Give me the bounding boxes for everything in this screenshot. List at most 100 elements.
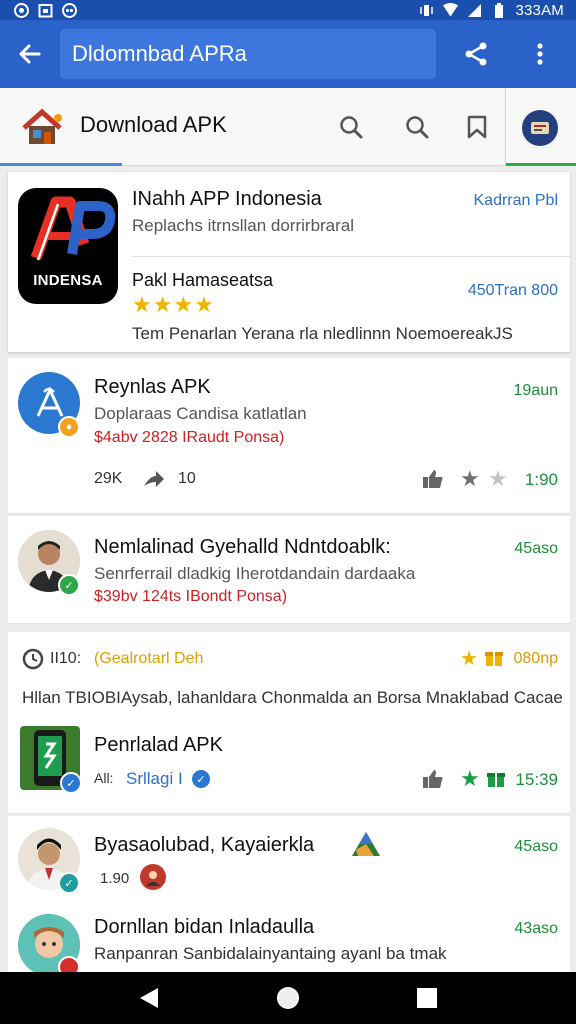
item-price: $4abv 2828 IRaudt Ponsa)	[94, 429, 285, 446]
list-item[interactable]: ✓ Nemlalinad Gyehalld Ndntdoablk: Senrfe…	[8, 516, 570, 624]
avatar-small-icon	[140, 864, 166, 890]
signal-icon	[467, 3, 482, 18]
featured-title[interactable]: INahh APP Indonesia	[132, 188, 322, 211]
app-logo-icon: INDENSA	[18, 188, 118, 304]
rating-stars-icon: ★★★★	[132, 292, 215, 317]
item-time: 45aso	[514, 838, 558, 855]
item-stat-count: 10	[178, 470, 196, 487]
nav-home-button[interactable]	[268, 978, 308, 1018]
search-icon	[340, 116, 363, 139]
url-text: Dldomnbad APRa	[72, 41, 247, 66]
list-item[interactable]: ✓ Penrlalad APK All: Srllagi I ✓ ★ 15:39	[8, 714, 570, 814]
calendar-icon	[38, 3, 53, 18]
item-time: 19aun	[513, 382, 559, 399]
search-button[interactable]	[334, 110, 368, 144]
share-icon	[465, 42, 487, 66]
item-stat-time: 1:90	[524, 470, 558, 489]
check-badge-icon: ✓	[190, 768, 212, 790]
star-outline-icon[interactable]: ★	[488, 466, 508, 492]
nav-back-icon	[140, 988, 159, 1008]
section-highlight[interactable]: (Gealrotarl Deh	[94, 650, 203, 668]
section-left-label: II10:	[50, 650, 82, 667]
nav-recents-icon	[416, 988, 437, 1008]
item-meta: All:	[94, 770, 114, 786]
item-subtitle: Doplaraas Candisa katlatlan	[94, 404, 307, 423]
item-title[interactable]: Dornllan bidan Inladaulla	[94, 916, 314, 939]
share-arrow-icon[interactable]	[142, 468, 166, 490]
nav-recents-button[interactable]	[407, 978, 447, 1018]
item-title[interactable]: Nemlalinad Gyehalld Ndntdoablk:	[94, 536, 391, 559]
item-meta: 1.90	[100, 870, 130, 887]
featured-right-value: 450Tran 800	[467, 282, 558, 299]
verified-badge-icon: ✓	[60, 772, 82, 794]
bookmark-button[interactable]	[460, 110, 494, 144]
clock-icon	[22, 648, 44, 670]
tab-indicator-right	[506, 163, 576, 166]
thumbs-up-icon[interactable]	[422, 468, 444, 490]
item-time: 45aso	[514, 540, 558, 557]
tab-indicator-left	[0, 163, 122, 166]
gift-icon	[484, 648, 504, 668]
overflow-menu-button[interactable]	[512, 20, 568, 88]
header-divider	[505, 88, 506, 166]
featured-top-right[interactable]: Kadrran Pbl	[474, 192, 559, 210]
profile-button[interactable]	[522, 110, 558, 146]
back-button[interactable]	[0, 20, 60, 88]
thumbs-up-icon[interactable]	[422, 768, 444, 790]
sync-icon	[62, 2, 77, 18]
site-title[interactable]: Download APK	[80, 112, 227, 138]
gift-icon	[486, 769, 506, 789]
search-icon	[406, 116, 429, 139]
search-button-2[interactable]	[400, 110, 434, 144]
list-item[interactable]: ● Reynlas APK Doplaraas Candisa katlatla…	[8, 358, 570, 514]
vibrate-icon	[419, 3, 434, 18]
house-logo-icon[interactable]	[20, 108, 66, 148]
verified-check-icon: ✓	[58, 574, 80, 596]
triangle-logo-icon	[350, 830, 382, 858]
profile-icon	[531, 122, 549, 134]
share-button[interactable]	[440, 20, 512, 88]
item-link[interactable]: Srllagi I	[126, 769, 183, 789]
status-bar: 333AM	[0, 0, 576, 20]
featured-name: Pakl Hamaseatsa	[132, 270, 274, 290]
nav-home-icon	[276, 987, 299, 1009]
featured-divider	[132, 256, 570, 257]
notification-icon	[14, 2, 29, 18]
item-time: 43aso	[514, 920, 558, 937]
app-logo-text: INDENSA	[33, 272, 103, 289]
phone-screen: 333AM Dldomnbad APRa Download APK INDENS…	[0, 0, 576, 1024]
item-time: 15:39	[515, 770, 558, 789]
more-vert-icon	[537, 43, 543, 65]
status-time: 333AM	[515, 1, 564, 19]
item-subtitle: Ranpanran Sanbidalainyantaing ayanl ba t…	[94, 944, 447, 963]
item-title[interactable]: Reynlas APK	[94, 376, 211, 399]
ap-logo-mark	[30, 196, 116, 261]
site-header: Download APK	[0, 88, 576, 166]
section-banner-text: Hllan TBIOBIAysab, lahanldara Chonmalda …	[22, 688, 563, 707]
featured-subtitle: Replachs itrnsllan dorrirbraral	[132, 216, 355, 235]
item-stat-downloads: 29K	[94, 470, 123, 487]
wifi-icon	[443, 3, 459, 18]
star-icon[interactable]: ★	[460, 466, 480, 492]
nav-back-button[interactable]	[129, 978, 169, 1018]
verified-check-icon: ✓	[58, 872, 80, 894]
bookmark-icon	[467, 115, 487, 139]
item-title[interactable]: Byasaolubad, Kayaierkla	[94, 834, 314, 857]
browser-app-bar: Dldomnbad APRa	[0, 20, 576, 88]
list-item[interactable]: ✓ Byasaolubad, Kayaierkla 1.90 45aso	[8, 816, 570, 906]
item-subtitle: Senrferrail dladkig Iherotdandain dardaa…	[94, 564, 416, 583]
list-item[interactable]: Dornllan bidan Inladaulla Ranpanran Sanb…	[8, 906, 570, 978]
item-title[interactable]: Penrlalad APK	[94, 734, 223, 757]
battery-icon	[491, 2, 506, 18]
item-price: $39bv 124ts IBondt Ponsa)	[94, 588, 288, 605]
url-bar[interactable]: Dldomnbad APRa	[60, 29, 436, 79]
section-header: II10: (Gealrotarl Deh ★ 080np Hllan TBIO…	[8, 632, 570, 714]
star-icon: ★	[460, 648, 478, 670]
back-arrow-icon	[19, 44, 41, 64]
section-right-value: 080np	[513, 650, 559, 667]
system-nav-bar	[0, 972, 576, 1024]
verified-badge-icon: ●	[58, 416, 80, 438]
star-icon[interactable]: ★	[460, 766, 480, 792]
featured-description: Tem Penarlan Yerana rla nledlinnn Noemoe…	[132, 324, 513, 343]
featured-app-card[interactable]: INDENSA INahh APP Indonesia Replachs itr…	[8, 172, 570, 352]
